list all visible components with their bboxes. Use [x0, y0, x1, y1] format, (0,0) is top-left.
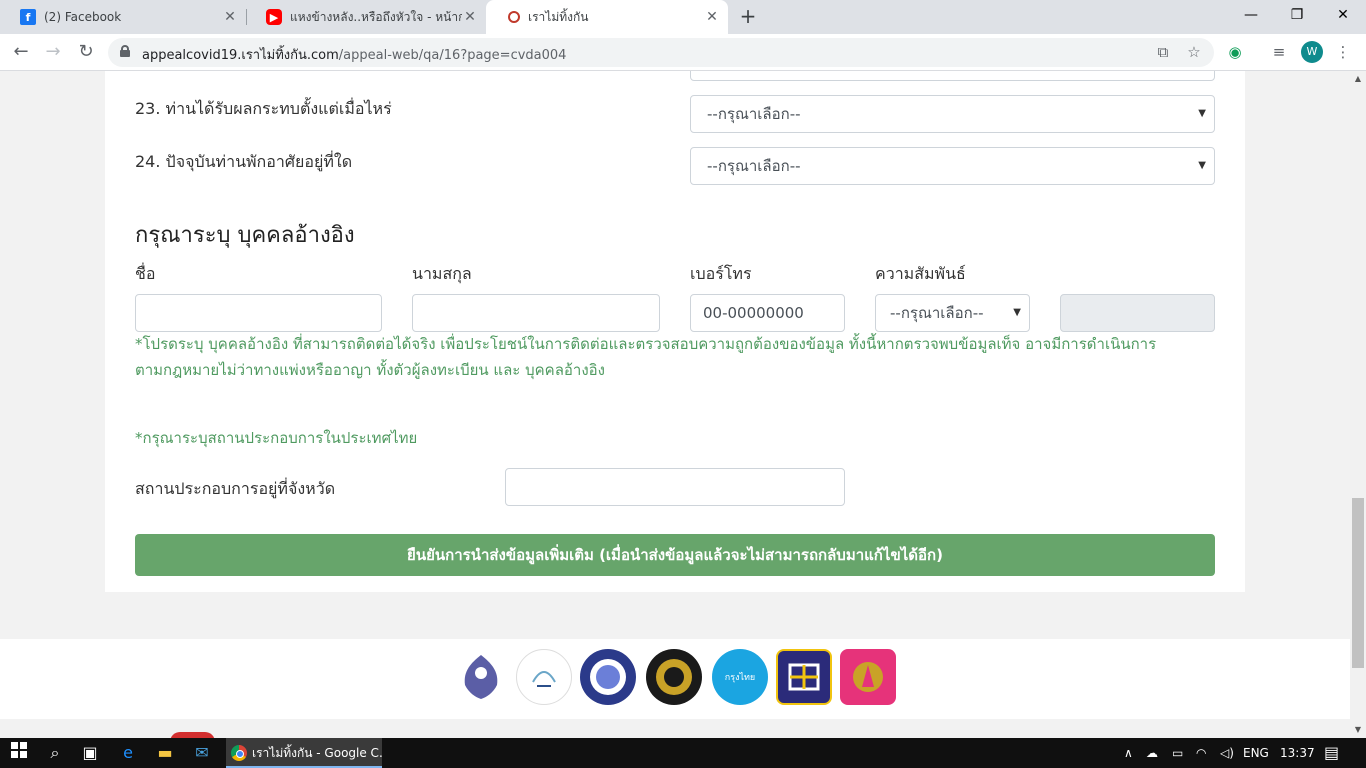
reload-button[interactable]: ↻ — [74, 40, 98, 64]
ministry-of-finance-logo — [580, 649, 636, 705]
file-explorer-icon[interactable]: ▬ — [154, 742, 176, 764]
gsb-logo — [840, 649, 896, 705]
notification-icon[interactable]: ▤ — [1324, 738, 1339, 768]
restore-button[interactable]: ❐ — [1274, 0, 1320, 30]
star-icon[interactable]: ☆ — [1185, 43, 1203, 61]
comptroller-logo — [453, 649, 509, 705]
tab-active[interactable]: เราไม่ทิ้งกัน ✕ — [486, 0, 728, 34]
phone-input[interactable]: 00-00000000 — [690, 294, 845, 332]
url-text: appealcovid19.เราไม่ทิ้งกัน.com/appeal-w… — [142, 48, 567, 63]
question-23-label: 23. ท่านได้รับผลกระทบตั้งแต่เมื่อไหร่ — [135, 99, 392, 118]
media-control-icon[interactable]: ≡ — [1268, 41, 1290, 63]
volume-icon[interactable]: ◁) — [1220, 738, 1234, 768]
tab-label: เราไม่ทิ้งกัน — [528, 9, 589, 24]
close-icon[interactable]: ✕ — [222, 9, 238, 25]
reference-note-line1: *โปรดระบุ บุคคลอ้างอิง ที่สามารถติดต่อได… — [135, 335, 1157, 353]
clock[interactable]: 13:37 — [1280, 738, 1315, 768]
mail-icon[interactable]: ✉ — [191, 742, 213, 764]
taskbar-chrome-app[interactable]: เราไม่ทิ้งกัน - Google C... — [226, 738, 382, 768]
krungthai-logo: กรุงไทย — [712, 649, 768, 705]
tab-strip: f (2) Facebook ✕ ▶ แหงข้างหลัง..หรือถึงห… — [0, 0, 1366, 34]
windows-start-icon[interactable] — [8, 742, 30, 764]
facebook-icon: f — [20, 9, 36, 25]
close-window-button[interactable]: ✕ — [1320, 0, 1366, 30]
battery-icon[interactable]: ▭ — [1172, 738, 1183, 768]
cloud-icon[interactable]: ☁ — [1146, 738, 1158, 768]
windows-taskbar: ⌕ ▣ e ▬ ✉ เราไม่ทิ้งกัน - Google C... ∧ … — [0, 738, 1366, 768]
relation-label: ความสัมพันธ์ — [875, 264, 966, 283]
youtube-icon: ▶ — [266, 9, 282, 25]
back-button[interactable]: ← — [9, 40, 33, 64]
reference-note-line2: ตามกฎหมายไม่ว่าทางแพ่งหรืออาญา ทั้งตัวผู… — [135, 361, 605, 379]
submit-button[interactable]: ยืนยันการนำส่งข้อมูลเพิ่มเติม (เมื่อนำส่… — [135, 534, 1215, 576]
language-indicator[interactable]: ENG — [1243, 738, 1269, 768]
question-23-select[interactable]: --กรุณาเลือก-- ▼ — [690, 95, 1215, 133]
page-scrollbar[interactable]: ▲ ▼ — [1350, 71, 1366, 738]
close-icon[interactable]: ✕ — [462, 9, 478, 25]
business-province-input[interactable] — [505, 468, 845, 506]
revenue-dept-logo — [646, 649, 702, 705]
footer-bottom-strip — [0, 719, 1350, 738]
last-name-label: นามสกุล — [412, 264, 472, 283]
edge-icon[interactable]: e — [117, 742, 139, 764]
question-24-label: 24. ปัจจุบันท่านพักอาศัยอยู่ที่ใด — [135, 152, 353, 171]
chevron-down-icon: ▼ — [1198, 160, 1206, 171]
tray-chevron-icon[interactable]: ∧ — [1124, 738, 1133, 768]
extension-icon[interactable]: ◉ — [1224, 41, 1246, 63]
avatar[interactable]: W — [1301, 41, 1323, 63]
menu-icon[interactable]: ⋮ — [1332, 41, 1354, 63]
first-name-input[interactable] — [135, 294, 382, 332]
fiscal-office-logo — [516, 649, 572, 705]
previous-select[interactable] — [690, 71, 1215, 81]
translate-icon[interactable]: ⧉ — [1154, 43, 1172, 61]
task-view-icon[interactable]: ▣ — [79, 742, 101, 764]
site-icon — [508, 11, 520, 23]
business-province-label: สถานประกอบการอยู่ที่จังหวัด — [135, 479, 336, 498]
tab-label: (2) Facebook — [44, 10, 122, 24]
business-note: *กรุณาระบุสถานประกอบการในประเทศไทย — [135, 429, 418, 447]
first-name-label: ชื่อ — [135, 264, 156, 283]
lock-icon — [120, 45, 130, 57]
reference-section-title: กรุณาระบุ บุคคลอ้างอิง — [135, 223, 355, 248]
relation-select[interactable]: --กรุณาเลือก-- ▼ — [875, 294, 1030, 332]
page-viewport: 23. ท่านได้รับผลกระทบตั้งแต่เมื่อไหร่ --… — [0, 71, 1350, 738]
scroll-up-icon[interactable]: ▲ — [1350, 71, 1366, 87]
browser-toolbar: ← → ↻ appealcovid19.เราไม่ทิ้งกัน.com/ap… — [0, 34, 1366, 71]
close-icon[interactable]: ✕ — [704, 9, 720, 25]
question-24-select[interactable]: --กรุณาเลือก-- ▼ — [690, 147, 1215, 185]
search-icon[interactable]: ⌕ — [44, 742, 66, 764]
forward-button[interactable]: → — [41, 40, 65, 64]
wifi-icon[interactable]: ◠ — [1196, 738, 1206, 768]
phone-label: เบอร์โทร — [690, 264, 752, 283]
tab-label: แหงข้างหลัง..หรือถึงหัวใจ - หน้ากากลูกไก… — [290, 9, 462, 24]
tab-youtube[interactable]: ▶ แหงข้างหลัง..หรือถึงหัวใจ - หน้ากากลูก… — [246, 0, 486, 34]
scroll-down-icon[interactable]: ▼ — [1350, 722, 1366, 738]
address-bar[interactable]: appealcovid19.เราไม่ทิ้งกัน.com/appeal-w… — [108, 38, 1214, 67]
chevron-down-icon: ▼ — [1198, 108, 1206, 119]
baac-logo — [776, 649, 832, 705]
last-name-input[interactable] — [412, 294, 660, 332]
chrome-icon — [231, 745, 247, 761]
scroll-thumb[interactable] — [1352, 498, 1364, 668]
relation-other-input — [1060, 294, 1215, 332]
chevron-down-icon: ▼ — [1013, 307, 1021, 318]
tab-facebook[interactable]: f (2) Facebook ✕ — [0, 0, 246, 34]
new-tab-button[interactable]: + — [738, 6, 758, 26]
minimize-button[interactable]: — — [1228, 0, 1274, 30]
